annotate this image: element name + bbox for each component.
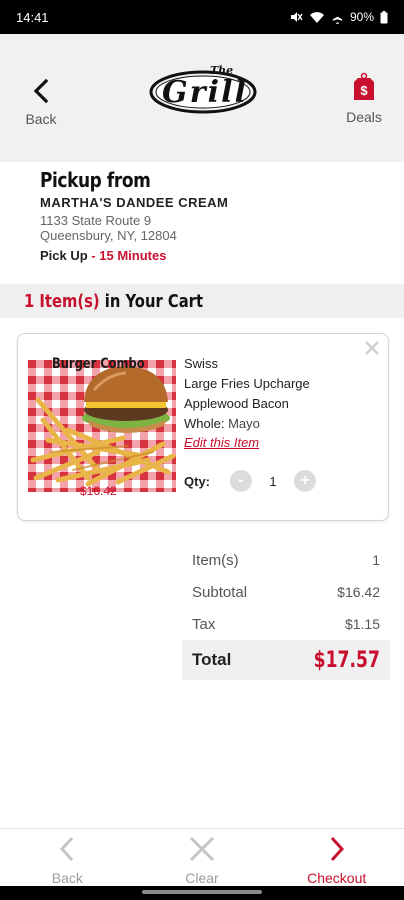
header-back-label: Back <box>25 111 57 127</box>
store-address: 1133 State Route 9 Queensbury, NY, 12804 <box>40 213 380 243</box>
tax-label: Tax <box>192 615 216 633</box>
items-label: Item(s) <box>192 551 239 569</box>
tax-value: $1.15 <box>344 616 380 632</box>
price-tag-icon: $ <box>352 72 376 106</box>
app-header: Back The Grill $ Deals <box>0 34 404 162</box>
edit-item-link[interactable]: Edit this Item <box>184 434 374 451</box>
pickup-time: Pick Up - 15 Minutes <box>40 248 380 263</box>
modifier-whole-value: Mayo <box>228 416 260 431</box>
cart-count-heading: 1 Item(s) in Your Cart <box>24 291 203 312</box>
item-modifier-whole: Whole: Mayo <box>184 414 374 434</box>
chevron-left-icon <box>57 835 77 868</box>
pickup-label: Pick Up <box>40 248 88 263</box>
cart-header: 1 Item(s) in Your Cart <box>0 284 404 318</box>
battery-icon <box>380 10 388 24</box>
bottom-back-button[interactable]: Back <box>0 829 135 886</box>
status-icons: 90% <box>289 10 388 24</box>
subtotal-label: Subtotal <box>192 583 248 601</box>
bottom-nav: Back Clear Checkout <box>0 828 404 886</box>
chevron-right-icon <box>327 835 347 868</box>
bottom-back-label: Back <box>51 870 83 886</box>
pickup-minutes: 15 Minutes <box>99 248 167 263</box>
items-count-row: Item(s) 1 <box>182 544 390 576</box>
cart-count: 1 Item(s) <box>24 290 100 312</box>
wifi-icon <box>309 11 325 24</box>
qty-increase-button[interactable]: + <box>294 470 316 492</box>
pickup-title: Pickup from <box>40 168 151 192</box>
total-value: $17.57 <box>313 647 380 673</box>
item-image-price: $16.42 <box>80 484 117 498</box>
header-deals-button[interactable]: $ Deals <box>342 72 386 125</box>
qty-decrease-button[interactable]: - <box>230 470 252 492</box>
gesture-handle[interactable] <box>142 890 262 894</box>
close-icon <box>188 835 216 868</box>
item-modifier: Swiss <box>184 356 218 371</box>
burger-fries-image <box>28 360 176 492</box>
svg-text:$: $ <box>360 83 368 98</box>
item-modifier: Large Fries Upcharge <box>184 376 310 391</box>
bottom-checkout-button[interactable]: Checkout <box>269 829 404 886</box>
bottom-clear-label: Clear <box>185 870 219 886</box>
qty-value: 1 <box>269 473 277 489</box>
cart-item-card: Burger Combo $16.42 Swiss Large Fries Up… <box>17 333 389 521</box>
item-details: Swiss Large Fries Upcharge Applewood Bac… <box>184 354 374 451</box>
bottom-checkout-label: Checkout <box>307 870 367 886</box>
pickup-separator: - <box>87 248 100 263</box>
modifier-whole-label: Whole: <box>184 416 225 431</box>
bottom-clear-button[interactable]: Clear <box>135 829 270 886</box>
subtotal-row: Subtotal $16.42 <box>182 576 390 608</box>
item-image <box>28 360 176 492</box>
item-modifier: Applewood Bacon <box>184 396 289 411</box>
address-line-2: Queensbury, NY, 12804 <box>40 228 177 243</box>
status-bar: 14:41 90% <box>0 0 404 34</box>
tax-row: Tax $1.15 <box>182 608 390 640</box>
items-value: 1 <box>372 552 380 568</box>
address-line-1: 1133 State Route 9 <box>40 213 152 228</box>
subtotal-value: $16.42 <box>337 584 380 600</box>
chevron-left-icon <box>31 78 51 108</box>
total-label: Total <box>192 650 232 669</box>
item-image-title: Burger Combo <box>52 356 145 372</box>
order-totals: Item(s) 1 Subtotal $16.42 Tax $1.15 Tota… <box>182 544 390 680</box>
the-grill-logo: The Grill <box>148 60 258 120</box>
total-row: Total $17.57 <box>182 640 390 680</box>
header-back-button[interactable]: Back <box>20 78 62 127</box>
qty-label: Qty: <box>184 473 210 489</box>
quantity-stepper: Qty: - 1 + <box>184 470 316 492</box>
airplane-icon <box>331 11 344 24</box>
status-time: 14:41 <box>16 9 49 25</box>
mute-icon <box>289 10 303 24</box>
header-deals-label: Deals <box>346 109 382 125</box>
battery-text: 90% <box>349 10 374 24</box>
store-name: MARTHA'S DANDEE CREAM <box>40 195 229 210</box>
cart-count-suffix: in Your Cart <box>99 290 204 312</box>
pickup-info: Pickup from MARTHA'S DANDEE CREAM 1133 S… <box>40 168 380 263</box>
